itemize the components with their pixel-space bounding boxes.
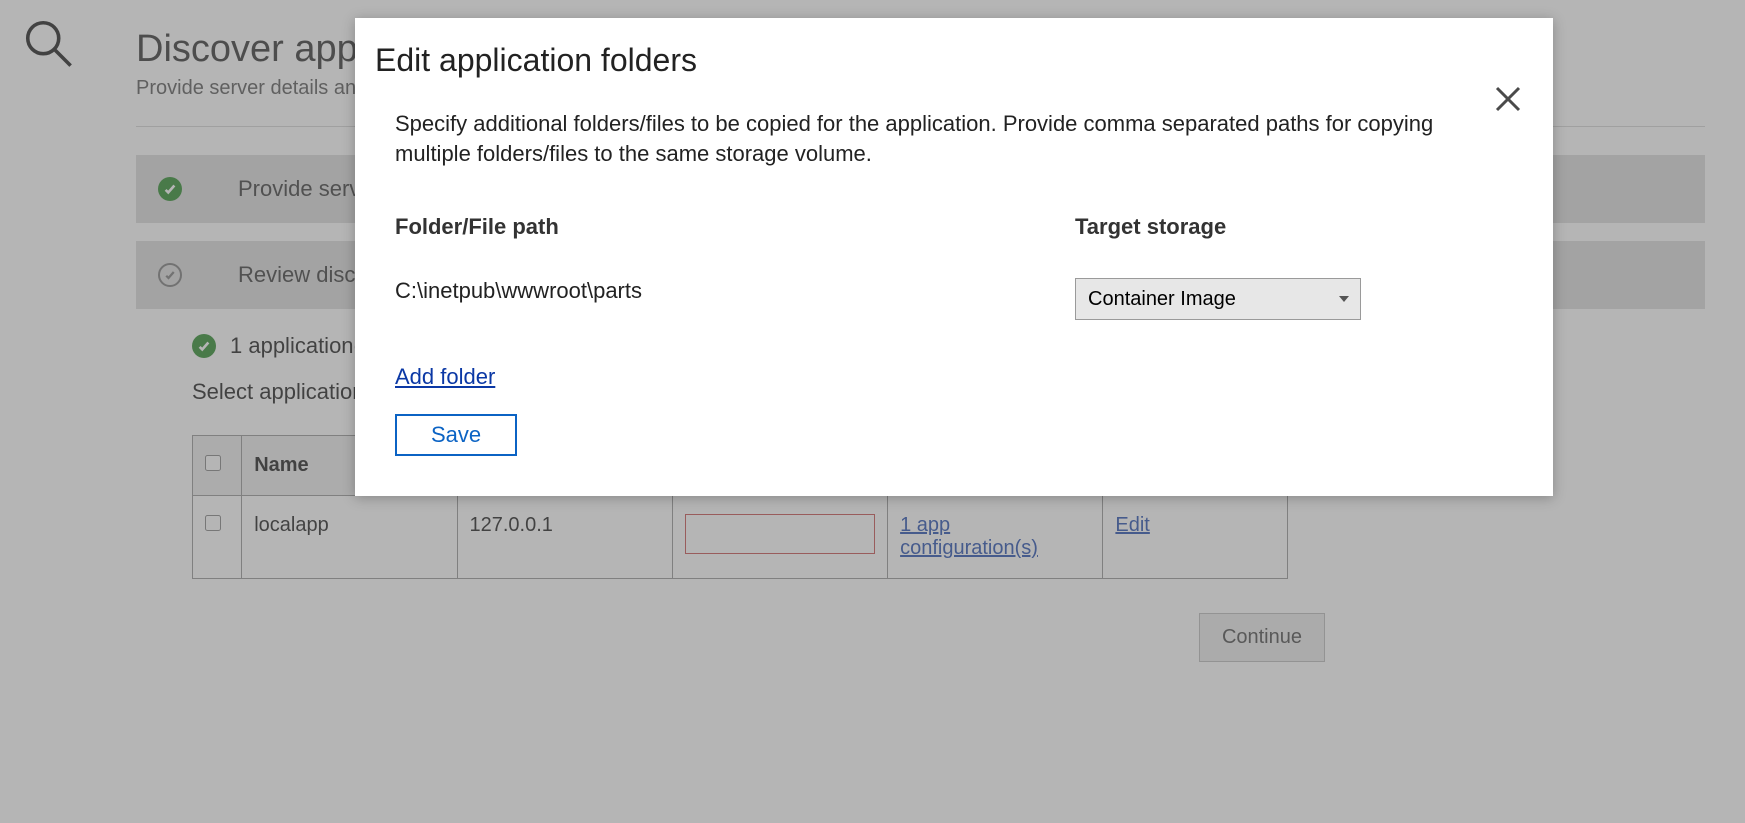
target-storage-select[interactable]: Container Image [1075,278,1361,320]
path-value: C:\inetpub\wwwroot\parts [395,278,642,303]
modal-description: Specify additional folders/files to be c… [395,109,1445,168]
save-button[interactable]: Save [395,414,517,456]
target-label: Target storage [1075,214,1435,240]
edit-folders-modal: Edit application folders Specify additio… [355,18,1553,496]
close-button[interactable] [1489,80,1527,121]
path-label: Folder/File path [395,214,1075,240]
modal-title: Edit application folders [375,42,1513,79]
add-folder-link[interactable]: Add folder [395,364,495,390]
close-icon [1493,102,1523,117]
target-storage-wrap: Container Image [1075,278,1361,320]
form-header-row: Folder/File path Target storage [395,214,1513,262]
form-value-row: C:\inetpub\wwwroot\parts Container Image [395,278,1513,320]
